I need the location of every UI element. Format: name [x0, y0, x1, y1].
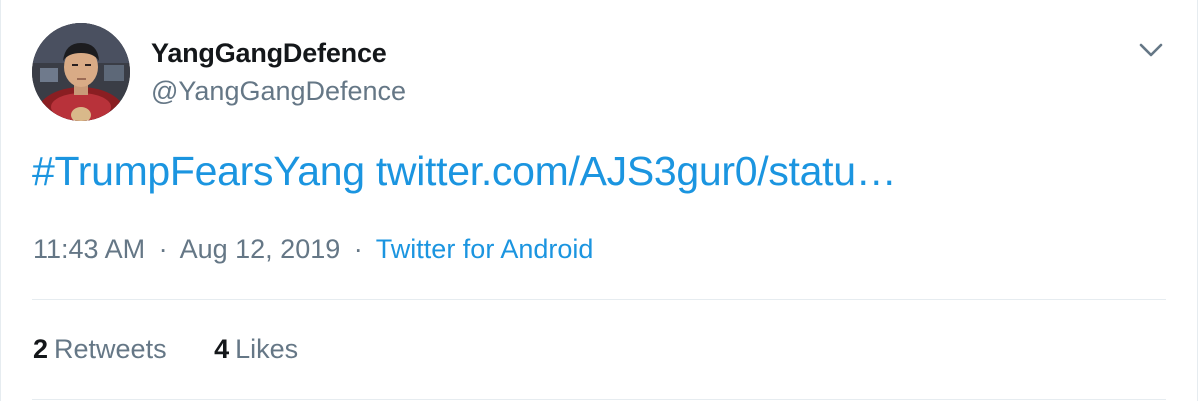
likes-stat[interactable]: 4 Likes [214, 334, 298, 365]
chevron-down-icon[interactable] [1135, 36, 1167, 64]
tweet-text: #TrumpFearsYang twitter.com/AJS3gur0/sta… [32, 148, 897, 195]
likes-label: Likes [235, 334, 299, 364]
retweets-label: Retweets [54, 334, 167, 364]
tweet-date[interactable]: Aug 12, 2019 [180, 234, 341, 264]
tweet-card: YangGangDefence @YangGangDefence #TrumpF… [0, 0, 1198, 401]
tweet-time[interactable]: 11:43 AM [33, 234, 145, 264]
user-handle[interactable]: @YangGangDefence [151, 76, 406, 107]
url-link[interactable]: twitter.com/AJS3gur0/statu… [376, 148, 897, 194]
separator-dot: · [158, 234, 168, 264]
tweet-source-link[interactable]: Twitter for Android [376, 234, 594, 264]
divider [32, 299, 1166, 300]
divider [32, 399, 1166, 400]
avatar[interactable] [32, 23, 130, 121]
tweet-stats: 2 Retweets 4 Likes [33, 334, 338, 365]
separator-dot: · [353, 234, 363, 264]
likes-count: 4 [214, 334, 230, 364]
retweets-stat[interactable]: 2 Retweets [33, 334, 167, 365]
display-name[interactable]: YangGangDefence [151, 38, 387, 69]
profile-photo-icon [32, 23, 130, 121]
tweet-metadata: 11:43 AM · Aug 12, 2019 · Twitter for An… [33, 234, 593, 265]
hashtag-link[interactable]: #TrumpFearsYang [32, 148, 365, 194]
retweets-count: 2 [33, 334, 49, 364]
